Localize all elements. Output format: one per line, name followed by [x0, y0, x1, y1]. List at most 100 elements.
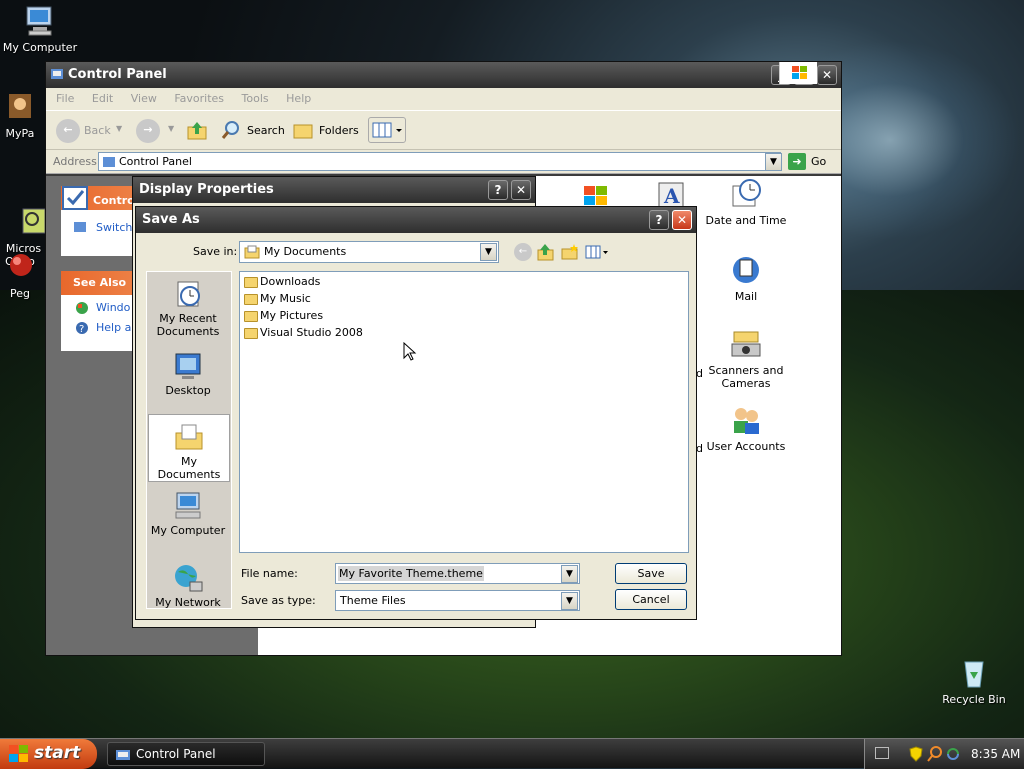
- file-row-my-pictures[interactable]: My Pictures: [244, 309, 323, 325]
- security-shield-icon[interactable]: [909, 746, 923, 762]
- help-icon: ?: [76, 322, 88, 335]
- forward-dropdown-icon[interactable]: ▼: [168, 124, 174, 133]
- close-button[interactable]: ✕: [672, 210, 692, 230]
- display-properties-titlebar[interactable]: Display Properties ? ✕: [133, 177, 535, 203]
- up-one-level-icon[interactable]: [536, 242, 556, 262]
- my-documents-icon: [173, 421, 205, 453]
- recent-documents-icon: [172, 278, 204, 310]
- cp-icon-scanners-cameras[interactable]: Scanners and Cameras: [701, 328, 791, 390]
- back-icon[interactable]: ←: [514, 243, 532, 261]
- address-bar: Address Control Panel ▼ ➜ Go: [46, 150, 841, 174]
- folder-icon: [244, 328, 258, 339]
- places-label: My Network: [155, 596, 221, 609]
- back-button-label[interactable]: Back: [84, 124, 111, 137]
- menu-help[interactable]: Help: [286, 92, 311, 105]
- control-panel-titlebar[interactable]: Control Panel _ □ ✕: [46, 62, 841, 88]
- save-as-dialog[interactable]: Save As ? ✕ Save in: My Documents ▼ ← My…: [135, 206, 697, 620]
- cp-icon-label: Scanners and Cameras: [708, 364, 784, 390]
- file-row-visual-studio-2008[interactable]: Visual Studio 2008: [244, 326, 363, 342]
- back-dropdown-icon[interactable]: ▼: [116, 124, 122, 133]
- help-button[interactable]: ?: [649, 210, 669, 230]
- start-button[interactable]: start: [0, 739, 97, 769]
- control-panel-icon: [103, 157, 115, 167]
- views-button[interactable]: [368, 117, 406, 143]
- go-arrow-icon[interactable]: ➜: [788, 153, 806, 170]
- go-label[interactable]: Go: [811, 155, 826, 168]
- desktop-icon-peg[interactable]: Peg: [0, 250, 45, 300]
- taskbar: start Control Panel 8:35 AM: [0, 738, 1024, 769]
- file-name-label: File name:: [241, 567, 298, 580]
- desktop-icon-label: Peg: [10, 287, 30, 300]
- cp-icon-label: Date and Time: [705, 214, 787, 227]
- places-my-documents[interactable]: My Documents: [148, 414, 230, 482]
- refresh-icon[interactable]: [945, 746, 961, 762]
- places-my-recent-documents[interactable]: My Recent Documents: [147, 278, 229, 338]
- cp-icon-date-time[interactable]: Date and Time: [701, 178, 791, 227]
- control-panel-icon: [50, 67, 64, 81]
- windows-flag-icon: [9, 745, 28, 762]
- taskbar-button-label: Control Panel: [136, 747, 216, 761]
- recycle-bin-icon: [957, 656, 991, 690]
- file-name-dropdown-arrow[interactable]: ▼: [561, 565, 578, 583]
- places-my-network[interactable]: My Network: [147, 562, 229, 609]
- see-also-link-windows[interactable]: Windo: [96, 301, 130, 314]
- cp-icon-mail[interactable]: Mail: [701, 254, 791, 303]
- close-button[interactable]: ✕: [817, 65, 837, 85]
- desktop-icon-label: MyPa: [5, 127, 35, 140]
- menu-tools[interactable]: Tools: [242, 92, 269, 105]
- places-bar: My Recent Documents Desktop My Documents…: [146, 271, 232, 609]
- address-dropdown-arrow[interactable]: ▼: [765, 153, 782, 171]
- places-my-computer[interactable]: My Computer: [147, 490, 229, 537]
- back-arrow-icon[interactable]: ←: [56, 119, 80, 143]
- music-folder-icon: [244, 294, 258, 305]
- menu-view[interactable]: View: [131, 92, 157, 105]
- up-folder-icon[interactable]: [186, 119, 208, 141]
- keyboard-icon[interactable]: [875, 747, 889, 759]
- view-menu-icon[interactable]: [584, 242, 610, 262]
- file-name: Visual Studio 2008: [260, 326, 363, 339]
- window-title: Display Properties: [139, 182, 274, 197]
- file-name: My Music: [260, 292, 311, 305]
- new-folder-icon[interactable]: [560, 242, 580, 262]
- close-button[interactable]: ✕: [511, 180, 531, 200]
- svg-text:A: A: [663, 184, 680, 208]
- places-label: My Computer: [150, 524, 226, 537]
- folders-icon[interactable]: [292, 119, 314, 141]
- forward-arrow-icon[interactable]: →: [136, 119, 160, 143]
- save-as-titlebar[interactable]: Save As ? ✕: [136, 207, 696, 233]
- save-in-label: Save in:: [193, 245, 238, 258]
- desktop-icon-my-computer[interactable]: My Computer: [0, 4, 80, 54]
- save-in-value: My Documents: [264, 245, 347, 258]
- windows-update-icon: [76, 302, 88, 314]
- save-button[interactable]: Save: [615, 563, 687, 584]
- save-type-dropdown-arrow[interactable]: ▼: [561, 592, 578, 610]
- folders-button-label[interactable]: Folders: [319, 124, 359, 137]
- taskbar-button-control-panel[interactable]: Control Panel: [107, 742, 265, 766]
- cancel-button[interactable]: Cancel: [615, 589, 687, 610]
- file-row-my-music[interactable]: My Music: [244, 292, 311, 308]
- users-icon: [730, 404, 762, 436]
- places-desktop[interactable]: Desktop: [147, 350, 229, 397]
- desktop-icon-recycle-bin[interactable]: Recycle Bin: [934, 656, 1014, 706]
- toolbar: ← Back ▼ → ▼ Search Folders: [46, 110, 841, 150]
- save-type-select[interactable]: Theme Files ▼: [335, 590, 580, 611]
- search-icon[interactable]: [220, 119, 242, 141]
- file-row-downloads[interactable]: Downloads: [244, 275, 320, 291]
- help-button[interactable]: ?: [488, 180, 508, 200]
- address-field[interactable]: Control Panel: [98, 152, 781, 171]
- menu-file[interactable]: File: [56, 92, 74, 105]
- search-icon[interactable]: [927, 746, 943, 762]
- dialog-title: Save As: [142, 212, 200, 227]
- desktop-icon-mypa[interactable]: MyPa: [0, 90, 50, 140]
- save-in-dropdown[interactable]: My Documents ▼: [239, 241, 499, 263]
- menu-favorites[interactable]: Favorites: [174, 92, 224, 105]
- file-list[interactable]: Downloads My Music My Pictures Visual St…: [239, 271, 689, 553]
- file-name-input[interactable]: My Favorite Theme.theme ▼: [335, 563, 580, 584]
- computer-icon: [23, 4, 57, 38]
- save-in-dropdown-arrow[interactable]: ▼: [480, 243, 497, 261]
- network-globe-icon: [172, 562, 204, 594]
- my-documents-icon: [244, 245, 260, 259]
- menu-edit[interactable]: Edit: [92, 92, 113, 105]
- cp-icon-user-accounts[interactable]: User Accounts: [701, 404, 791, 453]
- search-button-label[interactable]: Search: [247, 124, 285, 137]
